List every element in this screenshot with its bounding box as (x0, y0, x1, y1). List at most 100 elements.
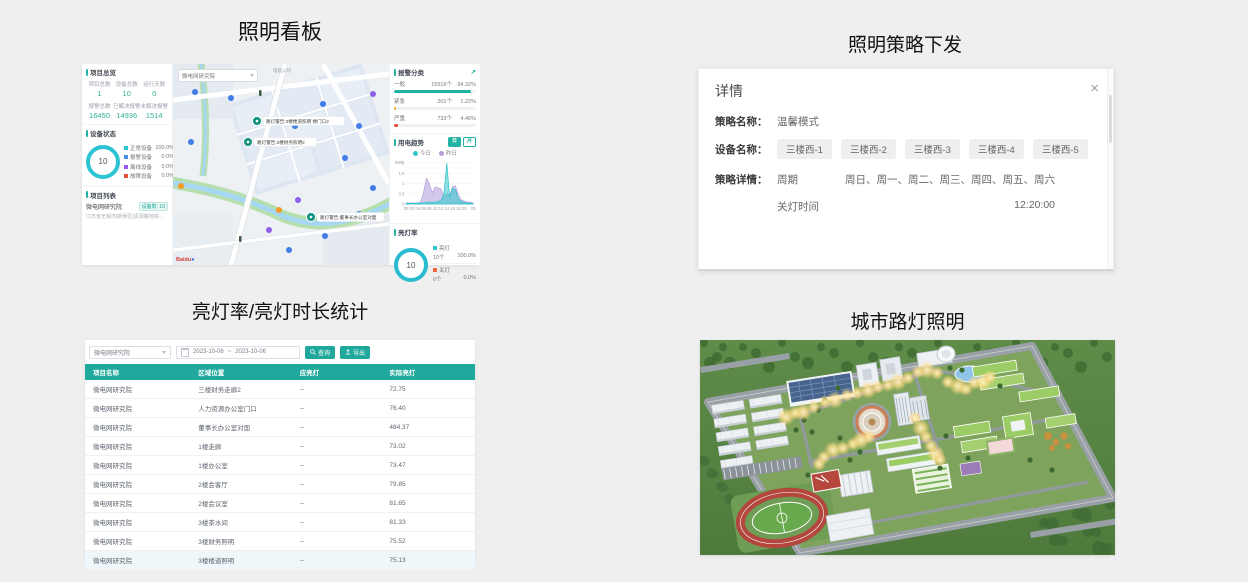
table-row[interactable]: 微电网研究院3楼茶水间--81.33 (85, 513, 475, 532)
stats-title: 亮灯率/亮灯时长统计 (85, 297, 475, 324)
map-poi-label: 电缆公司 (273, 67, 291, 74)
overview-stat: 运行天数0 (140, 80, 168, 98)
table-cell: 81.33 (381, 519, 475, 526)
table-cell: 79.85 (381, 481, 475, 488)
table-row[interactable]: 微电网研究院2楼会议室--81.65 (85, 494, 475, 513)
stat-label: 未解决报警 (140, 102, 168, 110)
expand-icon[interactable]: ↗ (471, 68, 476, 76)
usage-trend-chart: kWh00.511.52000204060810121416182023 (394, 158, 476, 216)
project-list-item[interactable]: 微电网研究院 设备数: 10 (86, 202, 168, 211)
table-row[interactable]: 微电网研究院董事长办公室对面--484.37 (85, 418, 475, 437)
scrollbar-thumb[interactable] (1109, 95, 1112, 143)
city-scene-svg (700, 340, 1115, 555)
table-row[interactable]: 微电网研究院3楼财务照明--75.52 (85, 532, 475, 551)
overview-stat: 未解决报警1514 (140, 102, 168, 120)
usage-range-toggle: 日月 (448, 137, 476, 147)
table-row[interactable]: 微电网研究院人力资源办公室门口--76.40 (85, 399, 475, 418)
table-cell: -- (292, 386, 382, 393)
table-cell: -- (292, 500, 382, 507)
table-cell: 人力资源办公室门口 (190, 403, 291, 413)
strategy-detail-rows: 周期周日、周一、周二、周三、周四、周五、周六关灯时间12:20:00 (777, 172, 1055, 226)
stat-value: 16450 (86, 111, 113, 120)
close-icon[interactable]: × (1090, 81, 1099, 96)
svg-text:12: 12 (439, 206, 444, 211)
table-toolbar: 微电网研究院 2023-10-06 ~ 2023-10-06 查询 导出 (85, 340, 475, 364)
project-select[interactable]: 微电网研究院 (89, 346, 171, 359)
usage-toggle-button[interactable]: 日 (448, 137, 461, 147)
stat-label: 已解决报警 (113, 102, 141, 110)
usage-chart-legend: 今日昨日 (394, 149, 476, 157)
legend-label: 离线设备 (130, 163, 152, 171)
stat-label: 运行天数 (140, 80, 168, 88)
light-rate-legend-item: 关灯0个0.0% (433, 266, 476, 286)
map-canvas[interactable]: 电缆公司 路灯警告:3楼楼道照明 楼门口2 路灯警告:3楼财务照明2 路灯警告:董事… (173, 64, 389, 265)
svg-text:0.5: 0.5 (399, 191, 405, 196)
legend-pct: 100.0% (152, 145, 174, 151)
svg-text:04: 04 (415, 206, 420, 211)
table-cell: 75.13 (381, 557, 475, 564)
svg-text:08: 08 (427, 206, 432, 211)
date-range-picker[interactable]: 2023-10-06 ~ 2023-10-06 (176, 346, 300, 359)
stat-value: 1 (86, 89, 113, 98)
table-cell: -- (292, 557, 382, 564)
table-row[interactable]: 微电网研究院1楼走廊--73.02 (85, 437, 475, 456)
table-cell: 81.65 (381, 500, 475, 507)
light-rate-count: 0个 (433, 275, 442, 283)
table-cell: 2楼会议室 (190, 498, 291, 508)
alarm-pct: 1.22% (452, 99, 476, 105)
table-row[interactable]: 微电网研究院3楼楼道照明--75.13 (85, 551, 475, 570)
table-cell: 微电网研究院 (85, 498, 190, 508)
strategy-detail-label: 策略详情： (715, 172, 777, 187)
svg-text:1: 1 (402, 181, 405, 186)
legend-swatch (124, 165, 128, 169)
export-button[interactable]: 导出 (340, 346, 370, 359)
table-row[interactable]: 微电网研究院三楼财务走廊2--72.75 (85, 380, 475, 399)
dialog-scrollbar[interactable] (1107, 69, 1113, 269)
alarm-row: 严重733个4.46% (394, 114, 476, 127)
map-warning-marker[interactable]: 路灯警告:3楼楼道照明 楼门口2 (253, 117, 345, 126)
table-cell: 484.37 (381, 424, 475, 431)
device-names-label: 设备名称： (715, 142, 777, 157)
svg-text:路灯警告:董事长办公室对面: 路灯警告:董事长办公室对面 (320, 214, 377, 221)
stat-value: 14936 (113, 111, 141, 120)
street-light-glow (933, 453, 947, 467)
device-tag: 三楼西-3 (905, 139, 960, 159)
chevron-down-icon (162, 351, 166, 354)
table-cell: -- (292, 405, 382, 412)
dialog-title: 详情 (715, 81, 743, 101)
table-row[interactable]: 微电网研究院2楼会客厅--79.85 (85, 475, 475, 494)
map-search-value: 微电网研究院 (182, 72, 215, 80)
table-cell: 微电网研究院 (85, 422, 190, 432)
project-name: 微电网研究院 (86, 202, 122, 211)
svg-text:1.5: 1.5 (399, 171, 405, 176)
table-cell: 2楼会客厅 (190, 479, 291, 489)
svg-text:10: 10 (433, 206, 438, 211)
map-svg: 电缆公司 路灯警告:3楼楼道照明 楼门口2 路灯警告:3楼财务照明2 路灯警告:董事… (173, 64, 389, 265)
baidu-logo: Baidu● (176, 257, 195, 263)
legend-swatch (433, 268, 437, 272)
strategy-detail-row: 关灯时间12:20:00 (777, 199, 1055, 214)
table-cell: 微电网研究院 (85, 555, 190, 565)
light-rate-label: 亮灯率 (398, 227, 418, 237)
map-warning-marker[interactable]: 路灯警告:3楼财务照明2 (244, 138, 317, 147)
device-tag-list: 三楼西-1三楼西-2三楼西-3三楼西-4三楼西-5 (777, 139, 1088, 159)
dashboard-title: 照明看板 (82, 16, 478, 46)
table-row[interactable]: 微电网研究院1楼办公室--73.47 (85, 456, 475, 475)
usage-toggle-button[interactable]: 月 (463, 137, 476, 147)
legend-pct: 0.0% (152, 164, 174, 170)
project-list-header: 项目列表 (86, 190, 168, 200)
svg-text:18: 18 (456, 206, 461, 211)
street-light-glow (983, 370, 997, 384)
map-search-select[interactable]: 微电网研究院 (178, 69, 258, 82)
table-cell: 75.52 (381, 538, 475, 545)
project-overview-header: 项目总览 (86, 67, 168, 77)
table-cell: 3楼财务照明 (190, 536, 291, 546)
map-warning-marker[interactable]: 路灯警告:董事长办公室对面 (307, 213, 385, 222)
alarm-label: 紧急 (394, 97, 426, 105)
table-cell: 微电网研究院 (85, 479, 190, 489)
alarm-row-text: 一般15516个94.32% (394, 80, 476, 88)
query-button[interactable]: 查询 (305, 346, 335, 359)
strategy-detail-dialog: 详情 × 策略名称： 温馨模式 设备名称： 三楼西-1三楼西-2三楼西-3三楼西… (698, 68, 1114, 271)
table-cell: 1楼办公室 (190, 460, 291, 470)
light-rate-legend-item: 亮灯10个100.0% (433, 244, 476, 264)
